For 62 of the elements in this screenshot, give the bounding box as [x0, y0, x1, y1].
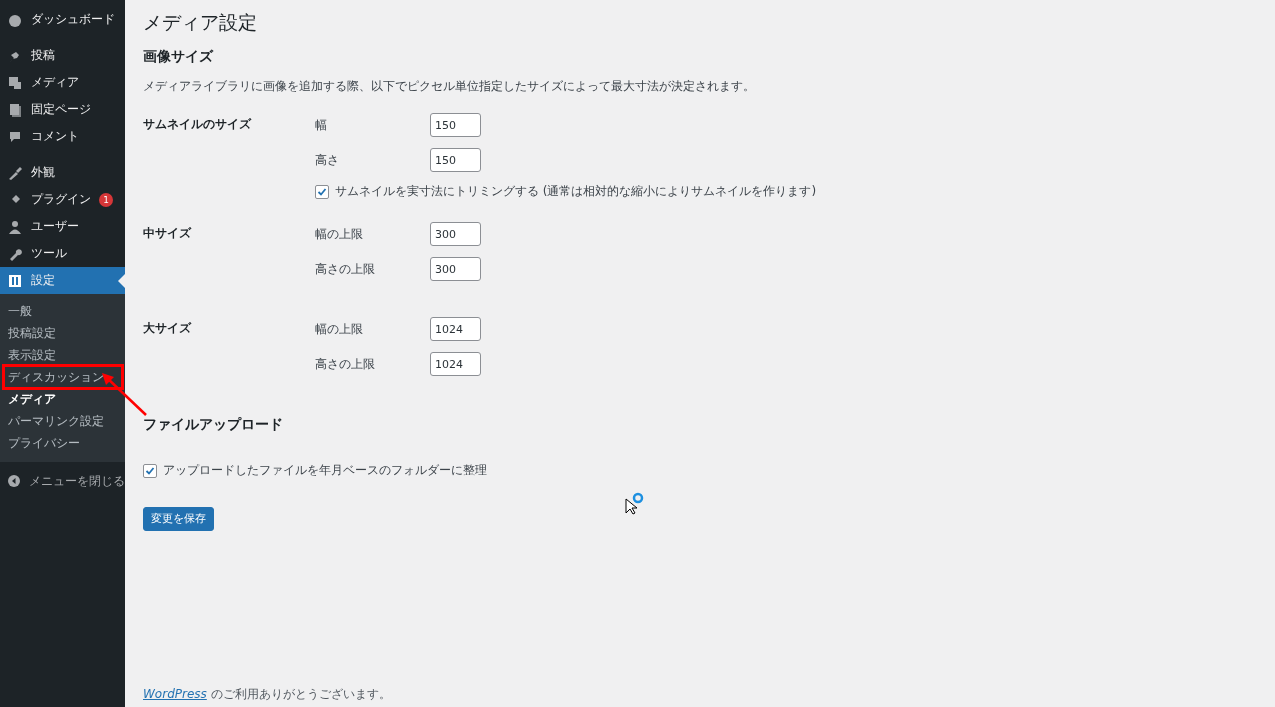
field-label: 幅 — [315, 116, 328, 134]
number-field[interactable]: 1024 — [430, 317, 481, 341]
menu-label: プラグイン — [31, 191, 91, 208]
number-field[interactable]: 300 — [430, 222, 481, 246]
menu-item[interactable]: コメント — [0, 123, 125, 150]
submenu-item[interactable]: ディスカッション — [4, 366, 122, 388]
person-icon — [7, 218, 23, 235]
section-description: メディアライブラリに画像を追加する際、以下でピクセル単位指定したサイズによって最大寸法が決定されます。 — [143, 78, 756, 95]
field-label: 高さの上限 — [315, 260, 376, 278]
page-title: メディア設定 — [143, 10, 258, 35]
field-label: 高さ — [315, 151, 340, 169]
submenu-item[interactable]: 一般 — [0, 300, 125, 322]
menu-item[interactable]: 設定 — [0, 267, 125, 294]
menu-label: 投稿 — [31, 47, 55, 64]
menu-item[interactable]: ツール — [0, 240, 125, 267]
submenu-item[interactable]: パーマリンク設定 — [0, 410, 125, 432]
menu-label: メディア — [31, 74, 79, 91]
submenu-item[interactable]: 投稿設定 — [0, 322, 125, 344]
menu-label: ユーザー — [31, 218, 79, 235]
menu-item[interactable]: 投稿 — [0, 42, 125, 69]
menu-label: 固定ページ — [31, 101, 91, 118]
brush-icon — [7, 164, 23, 181]
menu-label: 外観 — [31, 164, 55, 181]
sliders-icon — [7, 272, 23, 289]
checkbox[interactable] — [143, 463, 157, 478]
menu-label: コメント — [31, 128, 79, 145]
submenu-item[interactable]: メディア — [0, 388, 125, 410]
menu-item[interactable]: ダッシュボード — [0, 6, 125, 33]
checkbox-label: アップロードしたファイルを年月ベースのフォルダーに整理 — [163, 462, 487, 479]
submenu-item[interactable]: 表示設定 — [0, 344, 125, 366]
menu-item[interactable]: 外観 — [0, 159, 125, 186]
number-field[interactable]: 300 — [430, 257, 481, 281]
checkbox[interactable] — [315, 184, 329, 199]
save-button[interactable]: 変更を保存 — [143, 507, 214, 531]
menu-item[interactable]: ユーザー — [0, 213, 125, 240]
section-heading: 画像サイズ — [143, 48, 215, 66]
menu-label: ダッシュボード — [31, 11, 115, 28]
number-field[interactable]: 150 — [430, 148, 481, 172]
menu-label: 設定 — [31, 272, 55, 289]
checkbox-label: サムネイルを実寸法にトリミングする (通常は相対的な縮小によりサムネイルを作ります) — [335, 183, 817, 200]
footer-text: WordPress のご利用ありがとうございます。 — [143, 686, 392, 703]
number-field[interactable]: 1024 — [430, 352, 481, 376]
menu-label: ツール — [31, 245, 67, 262]
collapse-menu-link[interactable]: メニューを閉じる — [0, 468, 125, 494]
media-icon — [7, 74, 23, 91]
number-field[interactable]: 150 — [430, 113, 481, 137]
field-label: 高さの上限 — [315, 355, 376, 373]
collapse-icon — [7, 474, 21, 488]
count-badge: 1 — [99, 192, 113, 207]
field-label: 幅の上限 — [315, 320, 364, 338]
menu-item[interactable]: メディア — [0, 69, 125, 96]
wordpress-link[interactable]: WordPress — [143, 687, 207, 701]
menu-item[interactable]: 固定ページ — [0, 96, 125, 123]
busy-cursor-icon — [625, 491, 645, 515]
setting-label: サムネイルのサイズ — [143, 116, 253, 133]
setting-label: 大サイズ — [143, 320, 193, 337]
section-heading: ファイルアップロード — [143, 416, 284, 434]
submenu-item[interactable]: プライバシー — [0, 432, 125, 454]
setting-label: 中サイズ — [143, 225, 193, 242]
field-label: 幅の上限 — [315, 225, 364, 243]
pages-icon — [7, 101, 23, 118]
menu-item[interactable]: プラグイン 1 — [0, 186, 125, 213]
